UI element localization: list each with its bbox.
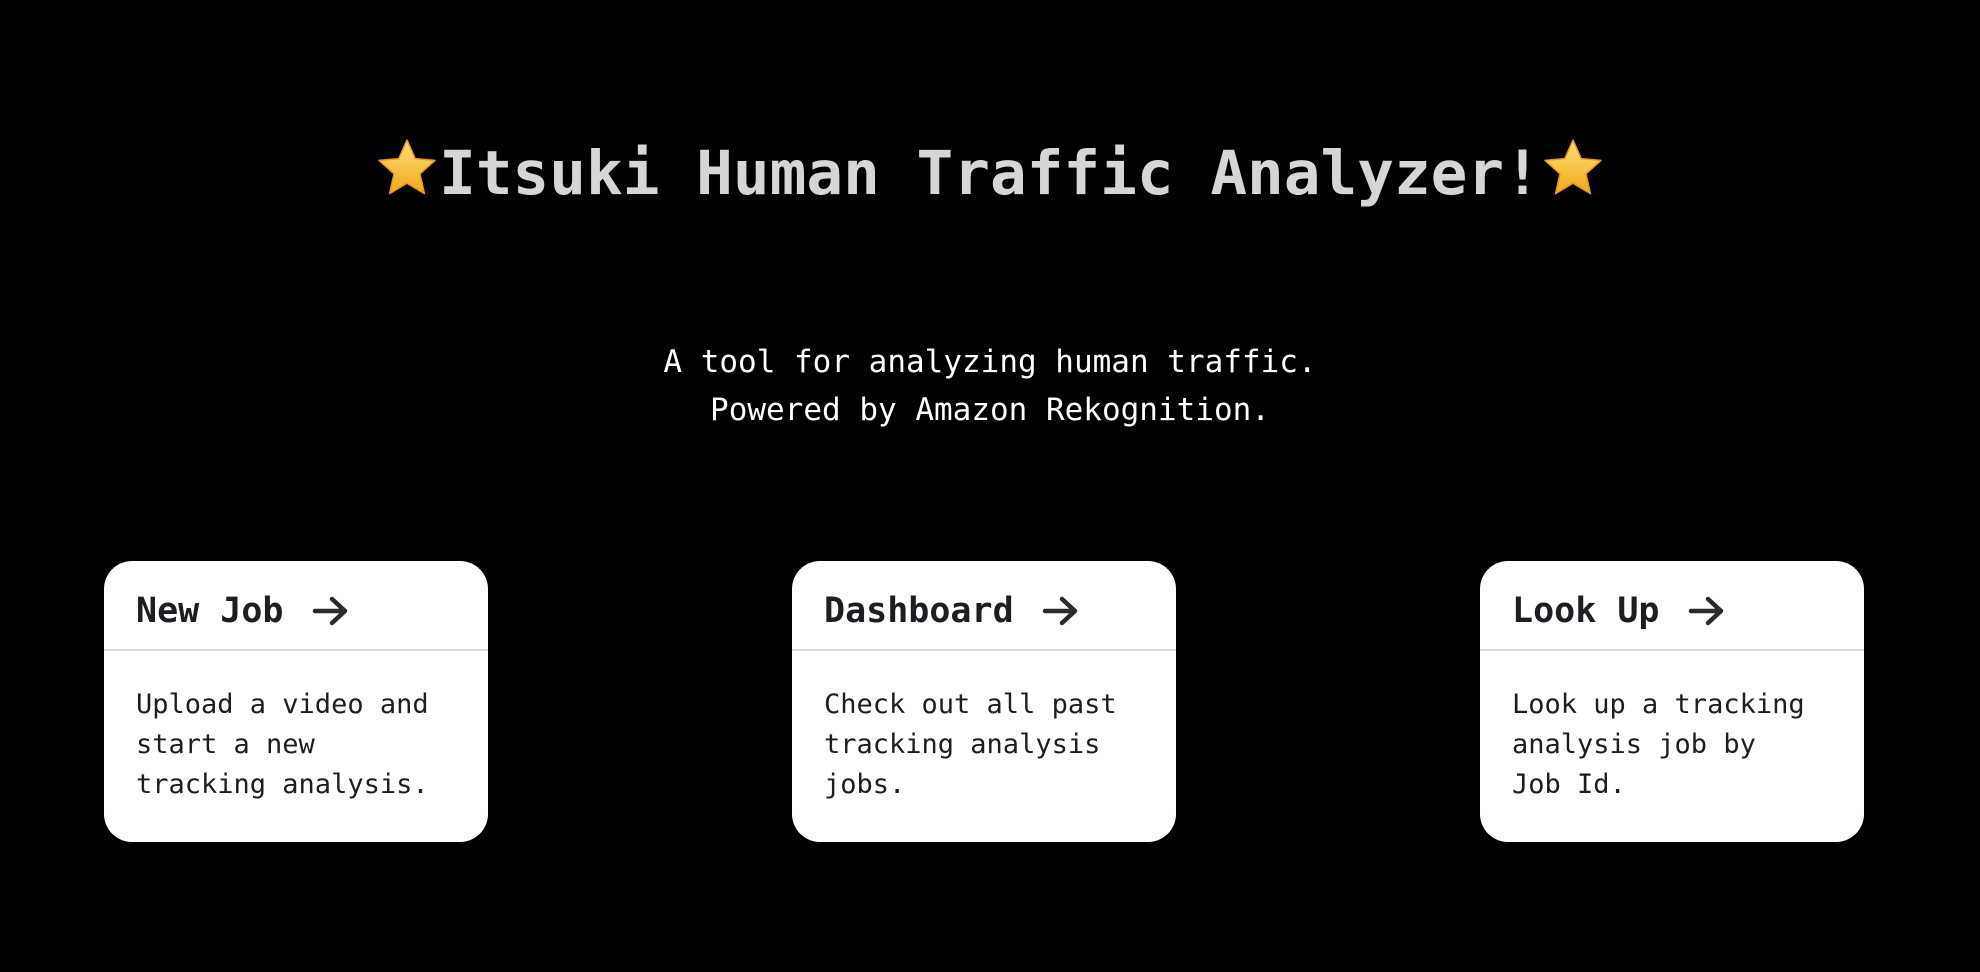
arrow-right-icon [1042,596,1077,626]
intro-text: A tool for analyzing human traffic. Powe… [0,338,1980,434]
card-title[interactable]: Dashboard [824,591,1014,631]
card-header[interactable]: Dashboard [792,561,1176,651]
card-description: Upload a video and start a new tracking … [136,689,429,800]
intro-line-1: A tool for analyzing human traffic. [663,344,1317,380]
new-job-card[interactable]: New Job Upload a video and start a new t… [104,561,488,842]
card-description: Check out all past tracking analysis job… [824,689,1117,800]
title-text: Itsuki Human Traffic Analyzer! [439,138,1541,209]
intro-line-2: Powered by Amazon Rekognition. [710,392,1270,428]
card-description: Look up a tracking analysis job by Job I… [1512,689,1805,800]
dashboard-card[interactable]: Dashboard Check out all past tracking an… [792,561,1176,842]
card-title[interactable]: New Job [136,591,284,631]
look-up-card[interactable]: Look Up Look up a tracking analysis job … [1480,561,1864,842]
card-header[interactable]: Look Up [1480,561,1864,651]
star-icon [378,139,436,195]
arrow-right-icon [1688,596,1723,626]
arrow-right-icon [312,596,347,626]
card-header[interactable]: New Job [104,561,488,651]
page-title: Itsuki Human Traffic Analyzer! [0,132,1980,216]
star-icon [1544,139,1602,195]
card-title[interactable]: Look Up [1512,591,1660,631]
